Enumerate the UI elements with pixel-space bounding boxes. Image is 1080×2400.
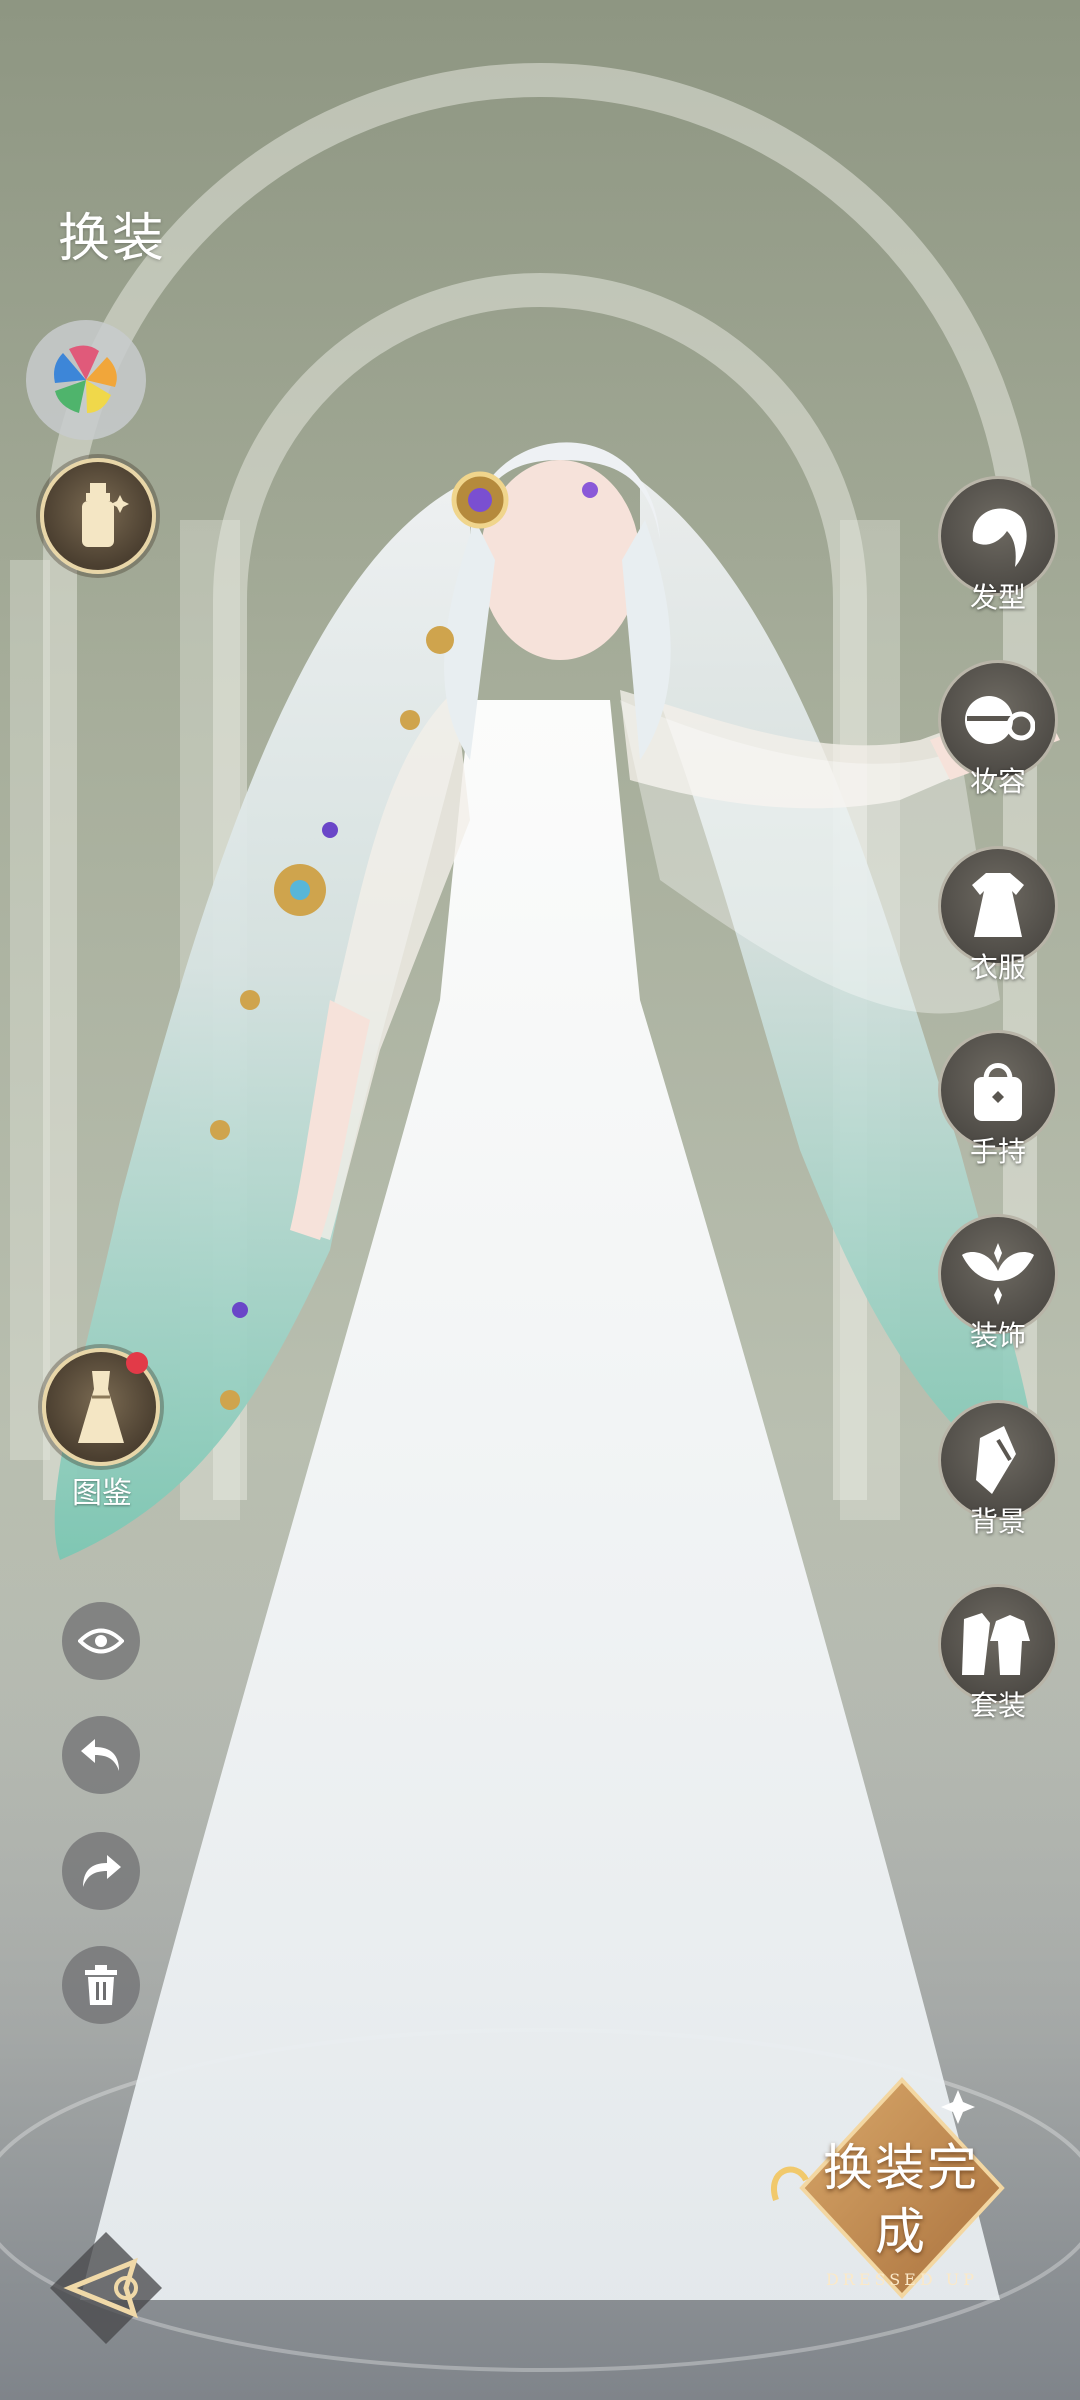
menu-hair-label: 发型	[969, 581, 1026, 614]
menu-handheld-label: 手持	[969, 1135, 1026, 1168]
toggle-visibility-button[interactable]	[62, 1602, 140, 1680]
redo-button[interactable]	[62, 1832, 140, 1910]
back-button[interactable]	[46, 2228, 166, 2348]
menu-hair[interactable]: 发型	[938, 476, 1058, 624]
lotion-bottle-icon	[82, 483, 129, 547]
menu-clothes-label: 衣服	[969, 951, 1026, 984]
undo-icon	[81, 1739, 119, 1771]
color-palette-icon	[54, 345, 117, 413]
menu-background-label: 背景	[969, 1505, 1026, 1538]
redo-icon	[83, 1855, 121, 1887]
menu-outfit-set-label: 套装	[969, 1689, 1026, 1722]
notification-dot	[126, 1352, 148, 1374]
menu-outfit-set[interactable]: 套装	[938, 1584, 1058, 1732]
menu-makeup[interactable]: 妆容	[938, 660, 1058, 808]
dressed-up-sublabel: DRESSED UP	[825, 2270, 979, 2289]
menu-makeup-label: 妆容	[969, 765, 1026, 798]
menu-accessory-label: 装饰	[969, 1319, 1026, 1352]
back-arrow-icon	[50, 2232, 162, 2344]
catalog-label: 图鉴	[72, 1476, 132, 1511]
menu-accessory[interactable]: 装饰	[938, 1214, 1058, 1362]
background-scene	[0, 63, 1080, 2400]
menu-background[interactable]: 背景	[938, 1400, 1058, 1548]
undo-button[interactable]	[62, 1716, 140, 1794]
page-title: 换装	[58, 209, 167, 269]
dressed-up-label: 换装完成	[823, 2139, 979, 2261]
lotion-button[interactable]	[40, 458, 156, 574]
menu-clothes[interactable]: 衣服	[938, 846, 1058, 994]
dressed-up-button[interactable]: 换装完成 DRESSED UP	[756, 2070, 1016, 2310]
delete-button[interactable]	[62, 1946, 140, 2024]
eye-icon	[78, 1628, 124, 1654]
trash-icon	[85, 1965, 117, 2005]
menu-handheld[interactable]: 手持	[938, 1030, 1058, 1178]
dress-icon	[78, 1371, 124, 1443]
color-palette-button[interactable]	[26, 320, 146, 440]
